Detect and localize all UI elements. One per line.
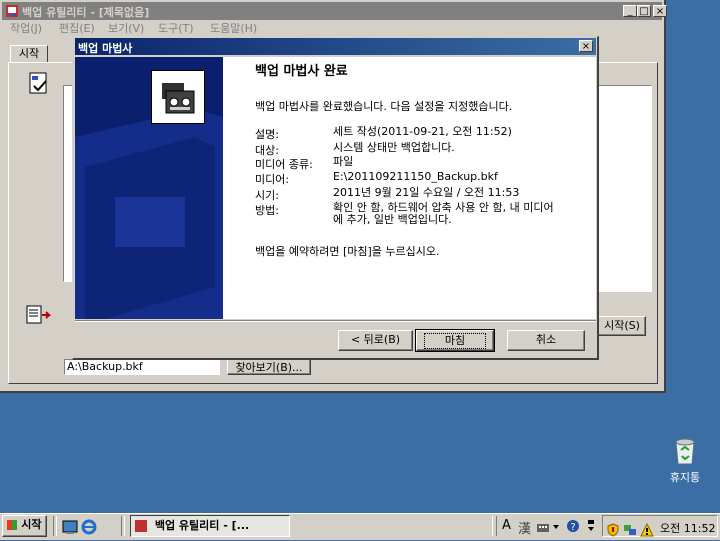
label-description: 설명: [255,128,279,141]
task-app-icon [135,520,147,532]
svg-text:?: ? [570,522,575,533]
tab-start[interactable]: 시작 [10,45,48,62]
close-icon: × [581,41,591,52]
back-label: < 뒤로(B) [350,333,401,346]
wizard-heading: 백업 마법사 완료 [255,64,348,79]
internet-explorer-icon[interactable] [81,519,97,535]
wizard-banner [75,57,223,319]
recycle-bin-label: 휴지통 [669,471,701,484]
windows-logo-icon [7,520,18,530]
app-icon [5,4,19,18]
wizard-close-button[interactable]: × [579,40,593,52]
wizard-title-bar[interactable]: 백업 마법사 × [75,38,596,55]
label-media-type: 미디어 종류: [255,158,313,171]
ime-options-icon[interactable] [586,519,596,533]
value-description: 세트 작성(2011-09-21, 오전 11:52) [333,125,512,138]
value-method: 확인 안 함, 하드웨어 압축 사용 안 함, 내 미디어에 추가, 일반 백업… [333,201,554,226]
tab-start-label: 시작 [18,47,40,60]
backup-wizard-icon [28,72,50,96]
value-when: 2011년 9월 21일 수요일 / 오전 11:53 [333,186,520,199]
right-list-area [598,85,652,292]
wizard-separator [75,320,596,322]
cancel-label: 취소 [535,333,557,346]
warning-icon[interactable] [640,522,654,537]
ime-menu-icon[interactable] [553,522,559,532]
show-desktop-icon[interactable] [62,519,78,535]
minimize-button[interactable]: _ [623,5,637,17]
network-icon[interactable] [623,523,637,537]
ime-soft-keyboard-icon[interactable] [536,520,550,534]
backup-path-value: A:\Backup.bkf [67,360,143,373]
start-backup-button[interactable]: 시작(S) [598,316,646,336]
label-method: 방법: [255,204,279,217]
wizard-title: 백업 마법사 [78,42,133,55]
finish-label: 마침 [423,333,487,349]
recycle-bin-icon [672,438,698,466]
close-button[interactable]: × [653,5,667,17]
ime-bar-handle[interactable] [492,516,497,536]
start-backup-label: 시작(S) [604,319,640,332]
maximize-button[interactable]: □ [637,5,651,17]
label-when: 시기: [255,189,279,202]
backup-path-input[interactable]: A:\Backup.bkf [64,359,220,375]
finish-button[interactable]: 마침 [415,329,495,352]
value-target: 시스템 상태만 백업합니다. [333,141,455,154]
wizard-footer-text: 백업을 예약하려면 [마침]을 누르십시오. [255,245,440,258]
ime-hanja[interactable]: 漢 [518,518,531,537]
taskbar-separator [121,516,125,536]
security-shield-icon[interactable] [606,523,620,537]
clock[interactable]: 오전 11:52 [660,520,715,536]
task-label: 백업 유틸리티 - [... [154,519,250,532]
recycle-bin[interactable]: 휴지통 [660,438,710,486]
quicklaunch-separator [53,516,57,536]
cancel-button[interactable]: 취소 [507,330,585,351]
start-label: 시작 [21,518,42,531]
help-icon[interactable]: ? [566,519,580,533]
back-button[interactable]: < 뒤로(B) [338,330,413,351]
wizard-intro: 백업 마법사를 완료했습니다. 다음 설정을 지정했습니다. [255,100,513,113]
app-title: 백업 유틸리티 - [제목없음] [22,6,150,19]
restore-icon [26,304,54,326]
start-button[interactable]: 시작 [2,515,47,537]
value-media-type: 파일 [333,155,354,168]
menu-job[interactable]: 작업(J) [10,20,42,38]
ime-mode-a[interactable]: A [502,518,511,533]
label-media: 미디어: [255,173,290,186]
browse-label: 찾아보기(B)... [235,361,303,374]
backup-icon [151,70,205,124]
app-title-bar[interactable]: 백업 유틸리티 - [제목없음] _ □ × [2,2,667,20]
value-media: E:\201109211150_Backup.bkf [333,170,498,183]
taskbar-task-backup[interactable]: 백업 유틸리티 - [... [130,515,290,537]
